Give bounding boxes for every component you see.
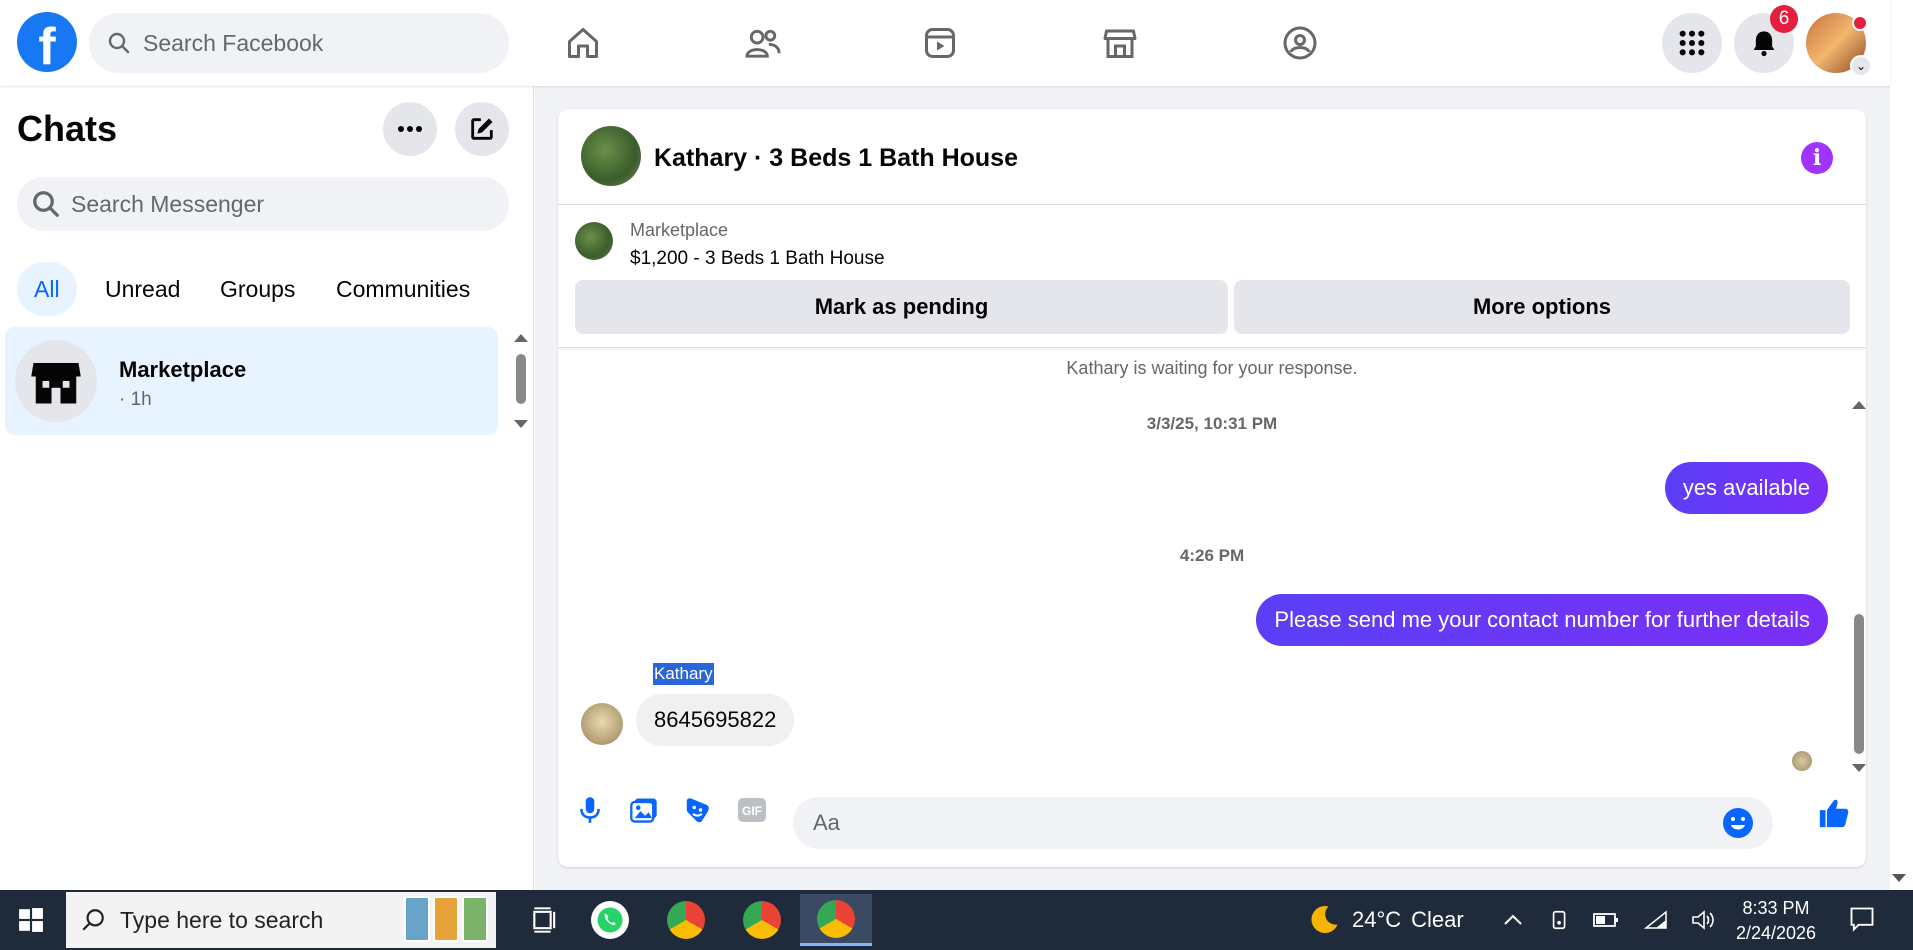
- volume-icon[interactable]: [1690, 906, 1718, 934]
- search-messenger-input[interactable]: Search Messenger: [17, 177, 509, 231]
- waiting-notice: Kathary is waiting for your response.: [1066, 358, 1358, 378]
- windows-taskbar: Type here to search 24°C Clear 8:33 PM 2…: [0, 890, 1913, 950]
- filter-all[interactable]: All: [17, 262, 77, 316]
- chrome-profile-2-icon[interactable]: [730, 894, 794, 946]
- search-icon: [108, 32, 130, 54]
- chats-sidebar: Chats Search Messenger All Unread Groups…: [0, 86, 534, 890]
- marketplace-icon[interactable]: [1095, 18, 1145, 68]
- filter-communities[interactable]: Communities: [319, 262, 487, 316]
- chevron-up-icon[interactable]: [1499, 906, 1527, 934]
- messages-scrollbar[interactable]: [1854, 614, 1864, 754]
- meet-now-icon[interactable]: [1546, 906, 1574, 934]
- search-facebook-placeholder: Search Facebook: [143, 29, 324, 56]
- conversation-header: Kathary · 3 Beds 1 Bath House i: [558, 109, 1866, 205]
- notifications-button[interactable]: 6: [1734, 5, 1798, 73]
- store-icon: [31, 363, 81, 404]
- windows-icon: [19, 908, 43, 932]
- wifi-icon[interactable]: [1642, 906, 1670, 934]
- outgoing-message[interactable]: yes available: [1664, 462, 1828, 514]
- grid-icon: [1679, 30, 1705, 56]
- action-center-icon[interactable]: [1848, 905, 1878, 935]
- chrome-profile-1-icon[interactable]: [654, 894, 718, 946]
- message-timestamp: 3/3/25, 10:31 PM: [1146, 414, 1278, 433]
- marketplace-label: Marketplace: [630, 220, 729, 240]
- thumbs-up-icon[interactable]: [1816, 795, 1852, 831]
- sidebar-scrollbar[interactable]: [516, 354, 526, 404]
- microphone-icon[interactable]: [574, 794, 606, 826]
- gif-label: GIF: [742, 804, 762, 818]
- photo-icon[interactable]: [628, 794, 660, 826]
- whatsapp-icon[interactable]: [578, 894, 642, 946]
- menu-grid-button[interactable]: [1662, 13, 1722, 73]
- chrome-profile-3-icon[interactable]: [800, 894, 872, 946]
- chat-options-button[interactable]: [383, 102, 437, 156]
- listing-avatar[interactable]: [581, 126, 641, 186]
- incoming-message[interactable]: 8645695822: [636, 694, 795, 746]
- windows-start-button[interactable]: [0, 890, 62, 950]
- filter-groups[interactable]: Groups: [203, 262, 312, 316]
- chevron-down-icon[interactable]: ⌄: [1850, 55, 1872, 77]
- profile-avatar[interactable]: ⌄: [1806, 13, 1872, 77]
- system-clock[interactable]: 8:33 PM 2/24/2026: [1726, 896, 1826, 946]
- groups-icon[interactable]: [1275, 18, 1325, 68]
- sender-avatar[interactable]: [581, 703, 623, 745]
- message-timestamp: 4:26 PM: [1179, 546, 1245, 565]
- chat-list-item[interactable]: Marketplace · 1h: [5, 327, 498, 435]
- compose-icon: [471, 118, 493, 140]
- marketplace-listing-bar: Marketplace $1,200 - 3 Beds 1 Bath House…: [558, 206, 1866, 348]
- gif-icon[interactable]: GIF: [736, 794, 768, 826]
- filter-unread[interactable]: Unread: [88, 262, 197, 316]
- page-scroll-down-arrow[interactable]: [1892, 874, 1906, 882]
- chats-title: Chats: [17, 108, 118, 149]
- bell-icon: [1753, 31, 1775, 57]
- message-input[interactable]: Aa: [793, 797, 1773, 849]
- notification-badge: 6: [1770, 5, 1798, 33]
- taskbar-search-placeholder: Type here to search: [120, 906, 324, 933]
- seen-indicator-avatar: [1792, 751, 1812, 771]
- sidebar-scroll-up-arrow[interactable]: [514, 334, 528, 342]
- search-icon: [82, 909, 104, 931]
- chat-time: · 1h: [119, 389, 152, 410]
- conversation-panel: Kathary · 3 Beds 1 Bath House i Marketpl…: [558, 109, 1866, 867]
- facebook-logo[interactable]: f: [17, 12, 77, 72]
- search-messenger-placeholder: Search Messenger: [71, 190, 265, 217]
- search-facebook-input[interactable]: Search Facebook: [89, 13, 509, 73]
- sender-name: Kathary: [653, 663, 714, 685]
- top-navigation-bar: f Search Facebook 6 ⌄: [0, 0, 1890, 86]
- home-icon[interactable]: [558, 18, 608, 68]
- info-icon[interactable]: i: [1801, 142, 1833, 174]
- more-horizontal-icon: [398, 126, 422, 132]
- clock-date: 2/24/2026: [1735, 923, 1817, 943]
- emoji-icon[interactable]: [1723, 808, 1753, 838]
- video-icon[interactable]: [915, 18, 965, 68]
- listing-thumbnail[interactable]: [575, 222, 613, 260]
- search-highlight-image: [404, 896, 488, 942]
- weather-condition: Clear: [1411, 907, 1464, 932]
- sticker-icon[interactable]: [682, 794, 714, 826]
- weather-temperature: 24°C: [1352, 907, 1402, 932]
- clock-time: 8:33 PM: [1742, 898, 1810, 918]
- message-input-placeholder: Aa: [813, 810, 840, 835]
- listing-title[interactable]: $1,200 - 3 Beds 1 Bath House: [630, 248, 885, 270]
- new-message-button[interactable]: [455, 102, 509, 156]
- moon-icon: [1311, 906, 1338, 934]
- task-view-icon[interactable]: [514, 894, 578, 946]
- friends-icon[interactable]: [738, 18, 788, 68]
- sidebar-scroll-down-arrow[interactable]: [514, 420, 528, 428]
- messages-scroll-down-arrow[interactable]: [1852, 764, 1866, 772]
- chat-name: Marketplace: [119, 357, 247, 382]
- conversation-title[interactable]: Kathary · 3 Beds 1 Bath House: [654, 144, 1018, 173]
- status-dot: [1852, 15, 1868, 31]
- more-options-button[interactable]: More options: [1234, 280, 1850, 334]
- marketplace-avatar: [15, 340, 97, 422]
- battery-icon[interactable]: [1592, 906, 1620, 934]
- taskbar-search-input[interactable]: Type here to search: [66, 892, 496, 948]
- messages-scroll-up-arrow[interactable]: [1852, 401, 1866, 409]
- outgoing-message[interactable]: Please send me your contact number for f…: [1256, 594, 1828, 646]
- search-icon: [33, 191, 59, 217]
- weather-widget[interactable]: 24°C Clear: [1306, 902, 1464, 938]
- mark-as-pending-button[interactable]: Mark as pending: [575, 280, 1228, 334]
